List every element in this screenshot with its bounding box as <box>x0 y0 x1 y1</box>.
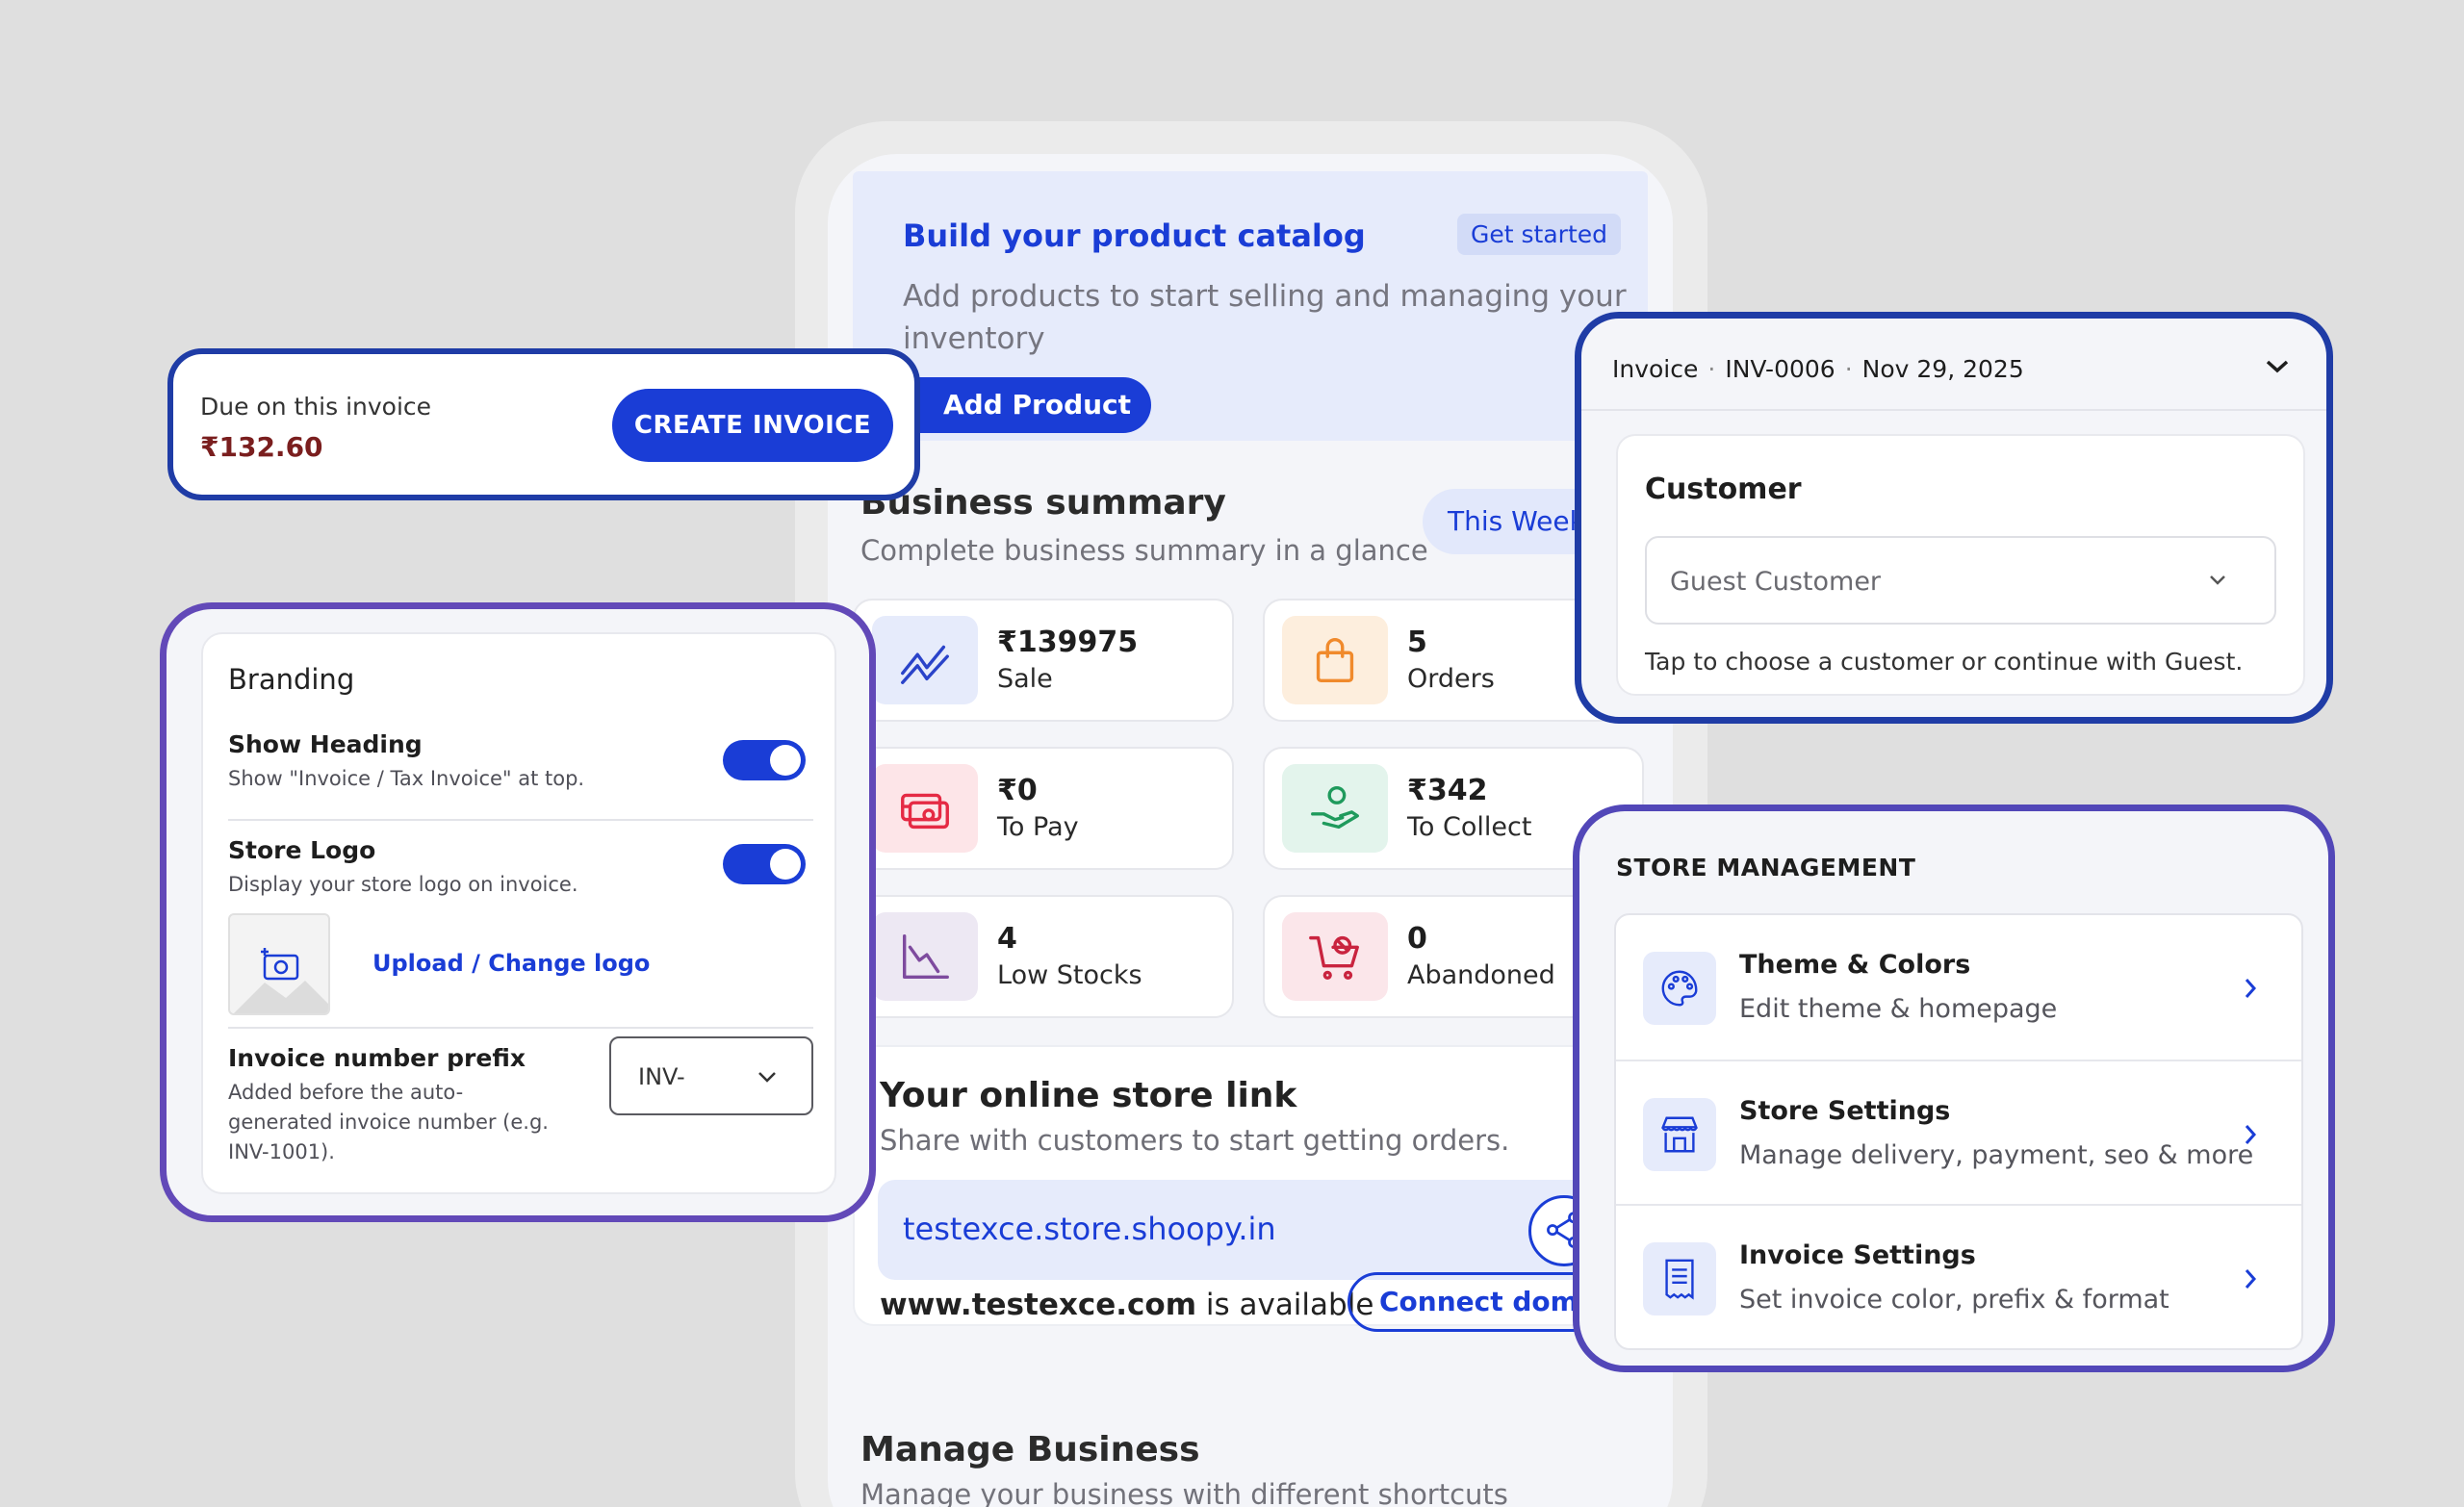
stat-value: 5 <box>1407 626 1427 659</box>
chevron-right-icon <box>2245 1125 2257 1144</box>
divider <box>228 1027 813 1029</box>
storefront-icon <box>1643 1098 1716 1171</box>
trend-chart-icon <box>872 616 978 704</box>
branding-card: Branding Show Heading Show "Invoice / Ta… <box>201 632 836 1194</box>
show-heading-toggle[interactable] <box>723 740 806 780</box>
branding-title: Branding <box>228 663 355 696</box>
prefix-desc-line: Added before the auto- <box>228 1081 464 1104</box>
catalog-description: Add products to start selling and managi… <box>903 279 1627 356</box>
chevron-down-icon <box>2210 575 2225 585</box>
invoice-label: Invoice <box>1612 355 1699 383</box>
stat-label: Low Stocks <box>997 960 1142 990</box>
stat-card-low-stocks[interactable]: 4 Low Stocks <box>853 895 1234 1018</box>
menu-item-title: Store Settings <box>1739 1096 1951 1126</box>
add-product-button[interactable]: Add Product <box>882 377 1151 433</box>
menu-item-desc: Edit theme & homepage <box>1739 994 2058 1024</box>
menu-item-store-settings[interactable]: Store Settings Manage delivery, payment,… <box>1616 1060 2301 1204</box>
business-summary-subtitle: Complete business summary in a glance <box>860 534 1428 567</box>
prefix-select[interactable]: INV- <box>609 1036 813 1115</box>
create-invoice-button[interactable]: CREATE INVOICE <box>612 389 893 462</box>
upload-logo-link[interactable]: Upload / Change logo <box>372 950 650 977</box>
domain-name: www.testexce.com <box>880 1288 1196 1322</box>
divider <box>228 819 813 821</box>
domain-availability: www.testexce.com is available <box>880 1288 1373 1322</box>
stat-value: ₹0 <box>997 774 1038 807</box>
catalog-title: Build your product catalog <box>903 217 1366 254</box>
camera-add-icon <box>261 948 299 981</box>
get-started-badge[interactable]: Get started <box>1457 214 1621 255</box>
store-logo-toggle[interactable] <box>723 844 806 884</box>
stat-label: Orders <box>1407 664 1495 694</box>
show-heading-label: Show Heading <box>228 730 423 758</box>
store-management-list: Theme & Colors Edit theme & homepage Sto… <box>1614 913 2303 1350</box>
online-store-title: Your online store link <box>880 1076 1297 1115</box>
invoice-header-text: Invoice · INV-0006 · Nov 29, 2025 <box>1612 355 2024 383</box>
branding-panel: Branding Show Heading Show "Invoice / Ta… <box>160 602 876 1222</box>
stat-value: 0 <box>1407 922 1427 956</box>
online-store-card: Your online store link Share with custom… <box>853 1045 1673 1332</box>
store-management-title: STORE MANAGEMENT <box>1616 854 1916 881</box>
stat-card-sale[interactable]: ₹139975 Sale <box>853 599 1234 722</box>
menu-item-title: Theme & Colors <box>1739 950 1971 980</box>
chevron-right-icon <box>2245 979 2257 998</box>
chevron-down-icon[interactable] <box>2265 359 2290 374</box>
shopping-bag-icon <box>1282 616 1388 704</box>
chevron-down-icon <box>758 1072 776 1083</box>
menu-item-title: Invoice Settings <box>1739 1240 1976 1270</box>
store-logo-label: Store Logo <box>228 836 376 864</box>
separator: · <box>1844 355 1853 383</box>
prefix-label: Invoice number prefix <box>228 1044 526 1072</box>
menu-item-desc: Set invoice color, prefix & format <box>1739 1285 2169 1315</box>
stat-label: To Collect <box>1407 812 1532 842</box>
stat-label: Sale <box>997 664 1053 694</box>
invoice-header[interactable]: Invoice · INV-0006 · Nov 29, 2025 <box>1581 319 2326 411</box>
customer-title: Customer <box>1645 473 1802 506</box>
declining-chart-icon <box>872 912 978 1001</box>
stat-label: Abandoned <box>1407 960 1555 990</box>
menu-item-desc: Manage delivery, payment, seo & more <box>1739 1140 2254 1170</box>
due-amount: ₹132.60 <box>200 431 323 463</box>
hand-coin-icon <box>1282 764 1388 853</box>
store-link[interactable]: testexce.store.shoopy.in <box>903 1211 1276 1247</box>
stat-value: ₹342 <box>1407 774 1488 807</box>
invoice-panel: Invoice · INV-0006 · Nov 29, 2025 Customer G… <box>1575 312 2333 724</box>
prefix-desc-line: generated invoice number (e.g. <box>228 1111 549 1134</box>
prefix-desc-line: INV-1001). <box>228 1140 335 1163</box>
online-store-subtitle: Share with customers to start getting or… <box>880 1124 1510 1157</box>
business-summary-title: Business summary <box>860 483 1226 523</box>
show-heading-desc: Show "Invoice / Tax Invoice" at top. <box>228 767 585 790</box>
cart-cancel-icon <box>1282 912 1388 1001</box>
manage-business-title: Manage Business <box>860 1430 1200 1469</box>
store-link-box[interactable]: testexce.store.shoopy.in <box>878 1180 1629 1280</box>
menu-item-theme-colors[interactable]: Theme & Colors Edit theme & homepage <box>1616 915 2301 1060</box>
prefix-value: INV- <box>638 1063 685 1090</box>
stat-value: ₹139975 <box>997 626 1139 659</box>
customer-card: Customer Guest Customer Tap to choose a … <box>1616 434 2305 696</box>
due-invoice-card: Due on this invoice ₹132.60 CREATE INVOI… <box>167 348 920 500</box>
invoice-date: Nov 29, 2025 <box>1861 355 2024 383</box>
cash-out-icon <box>872 764 978 853</box>
customer-select[interactable]: Guest Customer <box>1645 536 2276 625</box>
store-management-panel: STORE MANAGEMENT Theme & Colors Edit the… <box>1573 805 2335 1372</box>
customer-note: Tap to choose a customer or continue wit… <box>1645 648 2244 676</box>
stat-label: To Pay <box>997 812 1079 842</box>
store-logo-desc: Display your store logo on invoice. <box>228 873 578 896</box>
phone-screen: Build your product catalog Get started A… <box>828 154 1673 1507</box>
stat-value: 4 <box>997 922 1017 956</box>
separator: · <box>1707 355 1716 383</box>
manage-business-subtitle: Manage your business with different shor… <box>860 1478 1508 1507</box>
catalog-banner: Build your product catalog Get started A… <box>853 171 1648 441</box>
due-label: Due on this invoice <box>200 393 432 421</box>
palette-icon <box>1643 952 1716 1025</box>
invoice-number: INV-0006 <box>1725 355 1835 383</box>
receipt-icon <box>1643 1242 1716 1315</box>
stat-card-to-pay[interactable]: ₹0 To Pay <box>853 747 1234 870</box>
customer-selected: Guest Customer <box>1670 567 1882 597</box>
menu-item-invoice-settings[interactable]: Invoice Settings Set invoice color, pref… <box>1616 1204 2301 1348</box>
logo-placeholder[interactable] <box>228 913 330 1015</box>
chevron-right-icon <box>2245 1269 2257 1289</box>
